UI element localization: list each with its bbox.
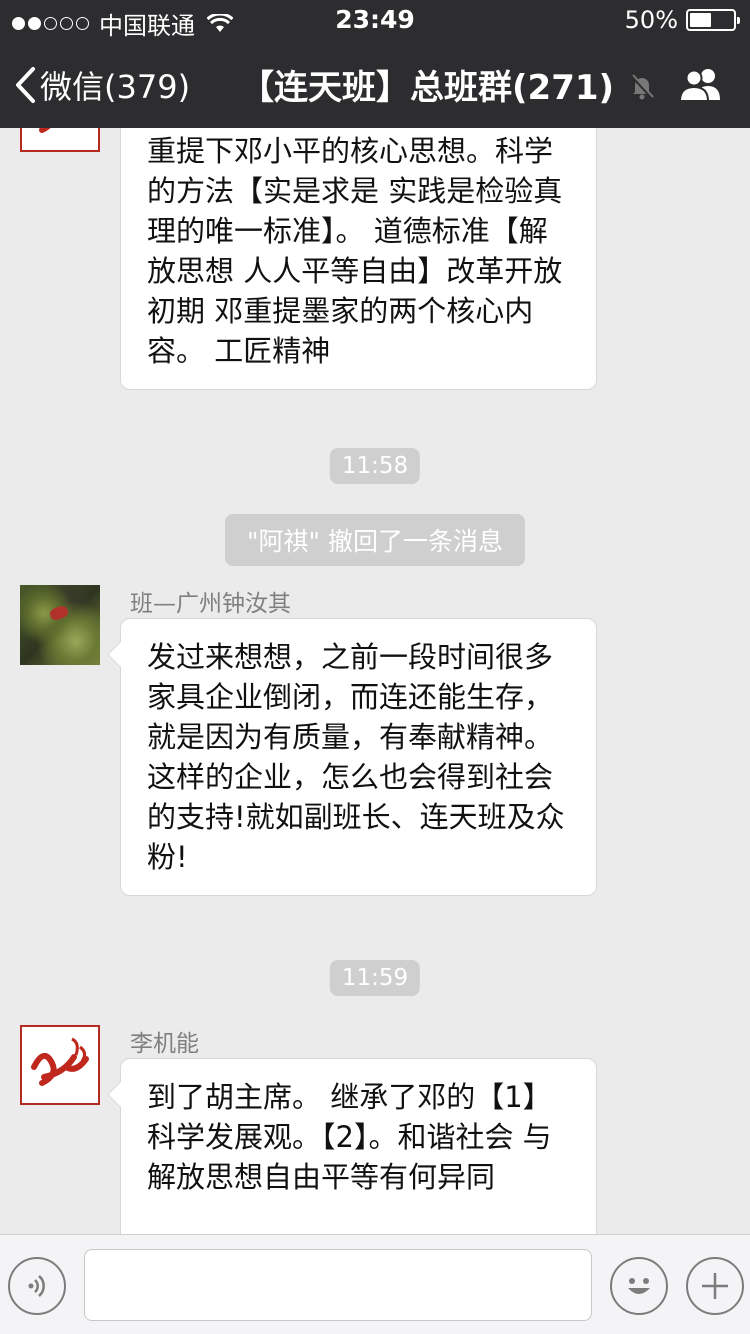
battery-icon — [686, 9, 740, 31]
battery-group: 50% — [624, 6, 740, 34]
group-members-icon[interactable] — [678, 66, 724, 102]
chat-title: 【连天班】总班群(271) — [240, 68, 615, 108]
battery-percent: 50% — [624, 6, 678, 34]
input-bar — [0, 1234, 750, 1334]
back-label: 微信(379) — [40, 68, 191, 106]
message-text: 发过来想想，之前一段时间很多家具企业倒闭，而连还能生存，就是因为有质量，有奉献精… — [147, 640, 565, 874]
message-bubble[interactable]: 发过来想想，之前一段时间很多家具企业倒闭，而连还能生存，就是因为有质量，有奉献精… — [120, 618, 597, 896]
timestamp: 11:59 — [329, 960, 421, 996]
message-input[interactable] — [84, 1249, 592, 1321]
voice-button[interactable] — [8, 1257, 66, 1315]
plus-icon — [702, 1273, 728, 1299]
timestamp: 11:58 — [329, 448, 421, 484]
voice-icon — [28, 1275, 45, 1297]
back-button[interactable]: 微信(379) — [14, 62, 190, 108]
sender-name: 李机能 — [130, 1031, 199, 1057]
top-bar: 中国联通 23:49 50% 微信(379) 【连天班】总班群(271) — [0, 0, 750, 128]
nav-bar: 微信(379) 【连天班】总班群(271) — [0, 40, 750, 128]
more-button[interactable] — [686, 1257, 744, 1315]
status-bar: 中国联通 23:49 50% — [0, 0, 750, 40]
message-text: 到了胡主席。 继承了邓的【1】科学发展观。【2】。和谐社会 与解放思想自由平等有… — [147, 1080, 552, 1194]
message-bubble[interactable]: 重提下邓小平的核心思想。科学的方法【实是求是 实践是检验真理的唯一标准】。 道德… — [120, 100, 597, 390]
mute-bell-icon — [630, 74, 654, 100]
user-avatar[interactable] — [20, 585, 100, 665]
emoji-icon — [628, 1278, 650, 1294]
recall-notice: "阿祺" 撤回了一条消息 — [225, 514, 525, 566]
message-bubble[interactable]: 到了胡主席。 继承了邓的【1】科学发展观。【2】。和谐社会 与解放思想自由平等有… — [120, 1058, 597, 1258]
emoji-button[interactable] — [610, 1257, 668, 1315]
seal-avatar[interactable] — [20, 1025, 100, 1105]
sender-name: 班—广州钟汝其 — [130, 591, 291, 617]
message-text: 重提下邓小平的核心思想。科学的方法【实是求是 实践是检验真理的唯一标准】。 道德… — [147, 134, 563, 368]
back-chevron-icon — [16, 67, 35, 103]
